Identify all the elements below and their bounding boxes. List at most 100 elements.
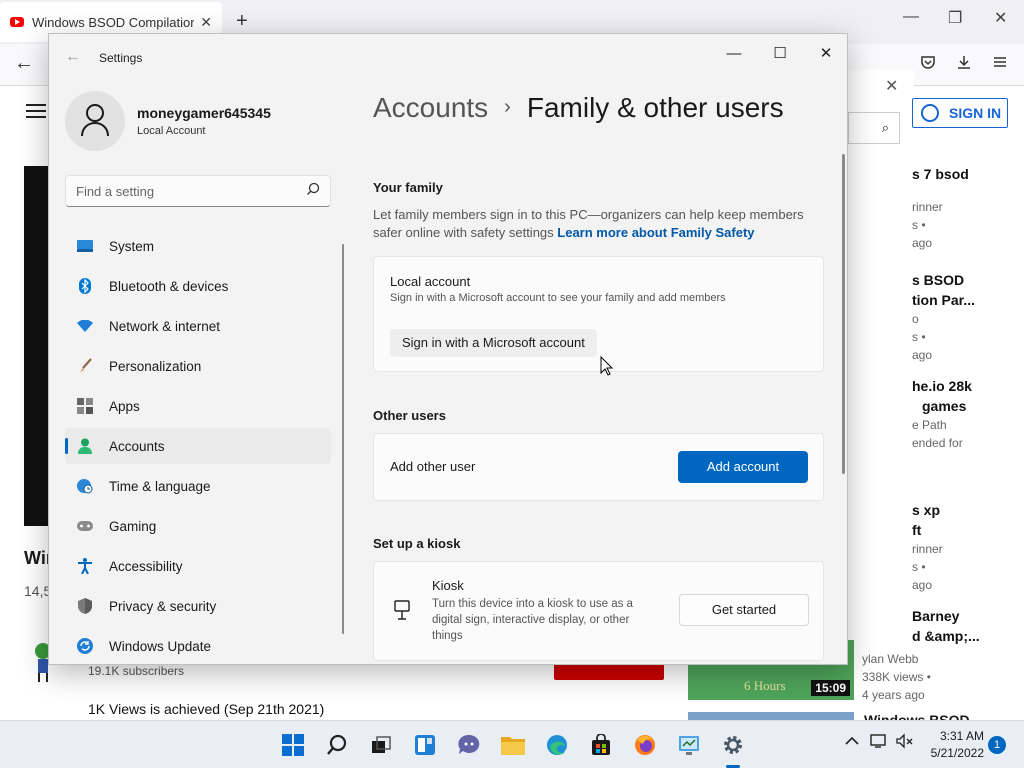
nav-item-windows-update[interactable]: Windows Update [65, 628, 331, 664]
widgets-icon[interactable] [411, 731, 439, 759]
browser-close-button[interactable]: ✕ [994, 8, 1007, 28]
subscriber-count: 19.1K subscribers [88, 664, 185, 678]
store-icon[interactable] [587, 731, 615, 759]
account-type: Local Account [137, 125, 206, 137]
add-account-button[interactable]: Add account [678, 451, 808, 483]
task-view-icon[interactable] [367, 731, 395, 759]
your-family-description: Let family members sign in to this PC—or… [373, 206, 813, 242]
nav-item-accounts[interactable]: Accounts [65, 428, 331, 464]
kiosk-description: Turn this device into a kiosk to use as … [432, 598, 633, 642]
edge-icon[interactable] [543, 731, 571, 759]
nav-scrollbar[interactable] [342, 244, 344, 634]
nav-item-personalization[interactable]: Personalization [65, 348, 331, 384]
nav-label: Accessibility [109, 558, 183, 574]
nav-item-time-language[interactable]: Time & language [65, 468, 331, 504]
rec-age: ago [912, 578, 933, 592]
tray-overflow-chevron-icon[interactable] [845, 733, 859, 749]
globe-clock-icon [77, 478, 93, 494]
rec-title: he.io 28k [912, 378, 972, 394]
other-users-heading: Other users [373, 408, 446, 423]
youtube-signin-button[interactable]: SIGN IN [912, 98, 1008, 128]
teams-chat-icon[interactable] [455, 731, 483, 759]
apps-icon [77, 398, 93, 414]
nav-item-accessibility[interactable]: Accessibility [65, 548, 331, 584]
nav-item-privacy-security[interactable]: Privacy & security [65, 588, 331, 624]
pocket-icon[interactable] [920, 54, 936, 75]
download-icon[interactable] [956, 54, 972, 75]
tab-close-icon[interactable]: ✕ [200, 14, 212, 31]
file-explorer-icon[interactable] [499, 731, 527, 759]
menu-icon[interactable] [992, 54, 1008, 75]
clock-date: 5/21/2022 [930, 746, 984, 760]
person-icon [77, 438, 93, 454]
search-icon[interactable] [323, 731, 351, 759]
rec-channel: e Path [912, 418, 947, 432]
rec-views: s • [912, 218, 926, 232]
new-tab-button[interactable]: + [236, 10, 248, 33]
user-icon [921, 104, 939, 122]
local-account-title: Local account [390, 274, 471, 289]
browser-minimize-button[interactable]: — [903, 8, 919, 26]
user-profile[interactable]: moneygamer645345 Local Account [65, 91, 271, 151]
settings-maximize-button[interactable]: ☐ [757, 40, 803, 68]
settings-window-title: Settings [99, 51, 143, 65]
gamepad-icon [77, 518, 93, 534]
local-account-description: Sign in with a Microsoft account to see … [390, 292, 726, 304]
settings-gear-icon[interactable] [719, 731, 747, 759]
taskbar-clock[interactable]: 3:31 AM 5/21/2022 [920, 728, 984, 762]
notification-badge[interactable]: 1 [988, 736, 1006, 754]
nav-item-system[interactable]: System [65, 228, 331, 264]
nav-item-bluetooth[interactable]: Bluetooth & devices [65, 268, 331, 304]
get-started-button[interactable]: Get started [679, 594, 809, 626]
nav-label: Personalization [109, 358, 202, 374]
nav-label: Apps [109, 398, 140, 414]
find-setting-input[interactable] [76, 183, 306, 199]
rec-age: ago [912, 348, 933, 362]
video-description: 1K Views is achieved (Sep 21th 2021) [88, 701, 325, 717]
browser-maximize-button[interactable]: ❐ [948, 8, 962, 28]
nav-item-network[interactable]: Network & internet [65, 308, 331, 344]
volume-muted-icon[interactable] [896, 733, 914, 752]
recommendation-thumbnail[interactable] [688, 712, 854, 720]
network-icon[interactable] [870, 733, 888, 752]
settings-minimize-button[interactable]: — [711, 40, 757, 68]
taskbar: 3:31 AM 5/21/2022 1 [0, 720, 1024, 768]
firefox-icon[interactable] [631, 731, 659, 759]
recommendation-item[interactable]: s BSOD tion Par... o s • ago [912, 270, 975, 364]
start-icon[interactable] [279, 731, 307, 759]
page-title: Family & other users [526, 92, 784, 123]
kiosk-title: Kiosk [432, 578, 464, 593]
content-scrollbar[interactable] [842, 154, 845, 474]
recommendation-item[interactable]: s 7 bsod rinner s • ago [912, 164, 969, 252]
rec-title: s xp [912, 502, 941, 518]
find-setting-search[interactable] [65, 175, 331, 207]
hamburger-icon[interactable] [26, 104, 46, 118]
search-close-icon[interactable]: ✕ [885, 76, 898, 96]
avatar[interactable] [65, 91, 125, 151]
rec-title: Barney [912, 608, 960, 624]
recommendation-item[interactable]: s xp ft rinner s • ago [912, 500, 943, 594]
nav-label: Gaming [109, 518, 157, 534]
user-name: moneygamer645345 [137, 105, 271, 121]
settings-close-button[interactable]: ✕ [803, 40, 847, 68]
learn-more-link[interactable]: Learn more about Family Safety [557, 225, 754, 240]
search-icon[interactable]: ⌕ [882, 120, 889, 136]
rec-title[interactable]: Windows BSOD [864, 712, 970, 720]
recommendation-item[interactable]: he.io 28k games e Path ended for [912, 376, 972, 452]
nav-item-gaming[interactable]: Gaming [65, 508, 331, 544]
nav-item-apps[interactable]: Apps [65, 388, 331, 424]
rec-channel: o [912, 312, 919, 326]
rec-views: ended for [912, 436, 963, 450]
search-icon[interactable] [306, 182, 320, 201]
rec-age: 4 years ago [862, 688, 925, 702]
rec-channel: rinner [912, 542, 943, 556]
nav-label: Privacy & security [109, 598, 217, 614]
recommendation-item[interactable]: Barney d &amp;... [912, 606, 980, 646]
control-panel-icon[interactable] [675, 731, 703, 759]
settings-back-button[interactable]: ← [65, 48, 81, 66]
breadcrumb-accounts[interactable]: Accounts [373, 92, 488, 123]
browser-back-button[interactable]: ← [14, 52, 34, 75]
microsoft-signin-button[interactable]: Sign in with a Microsoft account [390, 329, 597, 357]
youtube-search-input[interactable]: ⌕ [848, 112, 900, 144]
settings-titlebar[interactable]: ← Settings — ☐ ✕ [49, 34, 847, 82]
